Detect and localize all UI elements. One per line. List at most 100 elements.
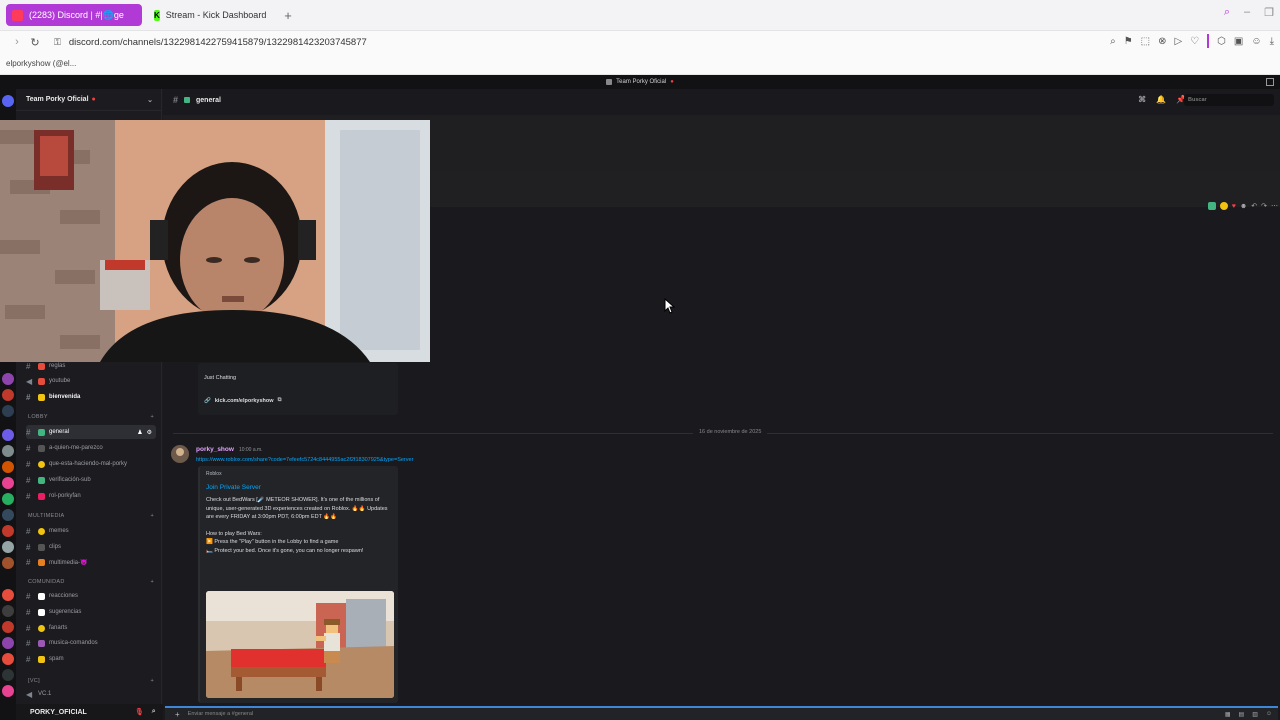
- server-icon[interactable]: [2, 477, 14, 489]
- emoji-reaction-icon[interactable]: [1219, 202, 1228, 210]
- server-header[interactable]: Team Porky Oficial ● ⌄: [16, 89, 161, 111]
- extensions-icon[interactable]: ⬡: [1217, 36, 1226, 47]
- add-channel-icon[interactable]: +: [150, 513, 154, 519]
- bookmark-icon[interactable]: ⚑: [1124, 36, 1133, 47]
- add-channel-icon[interactable]: +: [150, 678, 154, 684]
- add-reaction-icon[interactable]: ☻: [1240, 203, 1247, 210]
- heart-icon[interactable]: ♡: [1190, 36, 1199, 47]
- channel-clips[interactable]: # clips: [26, 540, 156, 554]
- channel-youtube[interactable]: ◀ youtube: [26, 374, 156, 388]
- server-icon[interactable]: [2, 525, 14, 537]
- channel-sugerencias[interactable]: # sugerencias: [26, 605, 156, 619]
- message-author[interactable]: porky_show: [196, 446, 234, 453]
- forward-icon[interactable]: ↷: [1261, 202, 1267, 210]
- inbox-icon[interactable]: [1266, 78, 1274, 86]
- site-info-icon[interactable]: ⚿: [54, 37, 61, 48]
- maximize-icon[interactable]: ❐: [1264, 6, 1274, 19]
- server-icon[interactable]: [2, 461, 14, 473]
- server-icon[interactable]: [2, 493, 14, 505]
- wallet-icon[interactable]: ▣: [1234, 36, 1243, 47]
- new-tab-button[interactable]: +: [280, 7, 296, 23]
- screenshot-icon[interactable]: ⬚: [1141, 36, 1150, 47]
- channel-emoji-icon: [38, 543, 45, 551]
- channel-spam[interactable]: # spam: [26, 652, 156, 666]
- minimize-icon[interactable]: –: [1244, 6, 1250, 19]
- server-icon[interactable]: [2, 509, 14, 521]
- add-channel-icon[interactable]: +: [150, 414, 154, 420]
- category-label: LOBBY: [28, 414, 48, 420]
- server-icon[interactable]: [2, 95, 14, 107]
- server-icon[interactable]: [2, 541, 14, 553]
- channel-bienvenida[interactable]: # bienvenida: [26, 390, 156, 404]
- category-vc[interactable]: [VC] +: [28, 678, 154, 684]
- server-icon[interactable]: [2, 589, 14, 601]
- gif-icon[interactable]: ▤: [1239, 711, 1245, 718]
- reload-icon[interactable]: ↻: [26, 36, 44, 49]
- server-icon[interactable]: [2, 405, 14, 417]
- channel-memes[interactable]: # memes: [26, 524, 156, 538]
- category-multimedia[interactable]: MULTIMEDIA +: [28, 513, 154, 519]
- invite-icon[interactable]: ♟: [137, 429, 142, 436]
- reply-icon[interactable]: ↶: [1251, 202, 1257, 210]
- server-icon[interactable]: [2, 605, 14, 617]
- bell-icon[interactable]: 🔔: [1156, 95, 1166, 104]
- tab-discord[interactable]: (2283) Discord | #|⁠🌐ge: [6, 4, 142, 26]
- heart-reaction-icon[interactable]: ♥: [1232, 203, 1236, 210]
- message-composer[interactable]: + Enviar mensaje a #general ▦ ▤ ▥ ☺: [165, 706, 1278, 720]
- sticker-icon[interactable]: ▥: [1252, 711, 1258, 718]
- download-icon[interactable]: ⤓: [1270, 36, 1274, 47]
- category-comunidad[interactable]: COMUNIDAD +: [28, 579, 154, 585]
- server-icon[interactable]: [2, 653, 14, 665]
- channel-reacciones[interactable]: # reacciones: [26, 589, 156, 603]
- tab-kick[interactable]: K Stream - Kick Dashboard: [148, 4, 274, 26]
- channel-fanarts[interactable]: # fanarts: [26, 621, 156, 635]
- check-reaction-icon[interactable]: [1207, 202, 1216, 210]
- server-icon[interactable]: [2, 389, 14, 401]
- server-icon[interactable]: [2, 557, 14, 569]
- url-text[interactable]: discord.com/channels/1322981422759415879…: [69, 37, 367, 48]
- gear-icon[interactable]: ⚙: [147, 429, 152, 436]
- embed-thumbnail-image[interactable]: [206, 591, 394, 698]
- chevron-down-icon[interactable]: ⌄: [147, 96, 153, 104]
- server-icon[interactable]: [2, 685, 14, 697]
- search-tabs-icon[interactable]: ⌕: [1224, 6, 1230, 19]
- embed-link[interactable]: 🔗 kick.com/elporkyshow ⧉: [204, 397, 282, 404]
- server-icon[interactable]: [2, 621, 14, 633]
- message-link[interactable]: https://www.roblox.com/share?code=7efeef…: [196, 457, 413, 463]
- address-bar: › ↻ ⚿ discord.com/channels/1322981422759…: [0, 31, 1280, 53]
- user-panel[interactable]: PORKY_OFICIAL 🎙 ⌕ ⚙: [16, 704, 178, 720]
- profile-icon[interactable]: ☺: [1251, 36, 1261, 47]
- channel-multimedia[interactable]: # multimedia-😈: [26, 555, 156, 569]
- embed-title[interactable]: Join Private Server: [206, 484, 261, 491]
- embed-desc-paragraph: Check out BedWars [☄️ METEOR SHOWER]. It…: [206, 497, 388, 520]
- block-icon[interactable]: ⊗: [1158, 36, 1166, 47]
- zoom-icon[interactable]: ⌕: [1110, 36, 1116, 47]
- server-icon[interactable]: [2, 373, 14, 385]
- server-icon[interactable]: [2, 445, 14, 457]
- category-lobby[interactable]: LOBBY +: [28, 414, 154, 420]
- add-channel-icon[interactable]: +: [150, 579, 154, 585]
- channel-general[interactable]: # general ♟ ⚙: [26, 425, 156, 439]
- gift-icon[interactable]: ▦: [1225, 711, 1231, 718]
- channel-rol-porkyfan[interactable]: # rol-porkyfan: [26, 489, 156, 503]
- channel-que-esta-haciendo-mal-porky[interactable]: # que-esta-haciendo-mal-porky: [26, 457, 156, 471]
- server-icon[interactable]: [2, 429, 14, 441]
- threads-icon[interactable]: ⌘: [1138, 95, 1146, 104]
- bookmark-item[interactable]: elporkyshow (@el...: [6, 59, 76, 68]
- add-attachment-icon[interactable]: +: [175, 710, 180, 719]
- play-icon[interactable]: ▷: [1175, 36, 1183, 47]
- channel-musica-comandos[interactable]: # musica-comandos: [26, 636, 156, 650]
- more-icon[interactable]: ⋯: [1271, 202, 1278, 210]
- forward-icon[interactable]: ›: [8, 36, 26, 48]
- server-icon[interactable]: [2, 669, 14, 681]
- channel-a-quien-me-parezco[interactable]: # a-quien-me-parezco: [26, 441, 156, 455]
- search-input[interactable]: Buscar: [1184, 94, 1274, 106]
- external-link-icon[interactable]: ⧉: [278, 397, 282, 404]
- server-icon[interactable]: [2, 637, 14, 649]
- mute-icon[interactable]: 🎙: [135, 708, 144, 716]
- voice-channel-vc1[interactable]: ◀ VC.1: [26, 687, 156, 701]
- search-icon[interactable]: ⌕: [152, 708, 156, 716]
- avatar[interactable]: [171, 445, 189, 463]
- emoji-icon[interactable]: ☺: [1266, 711, 1272, 718]
- channel-verificacion-sub[interactable]: # verificación-sub: [26, 473, 156, 487]
